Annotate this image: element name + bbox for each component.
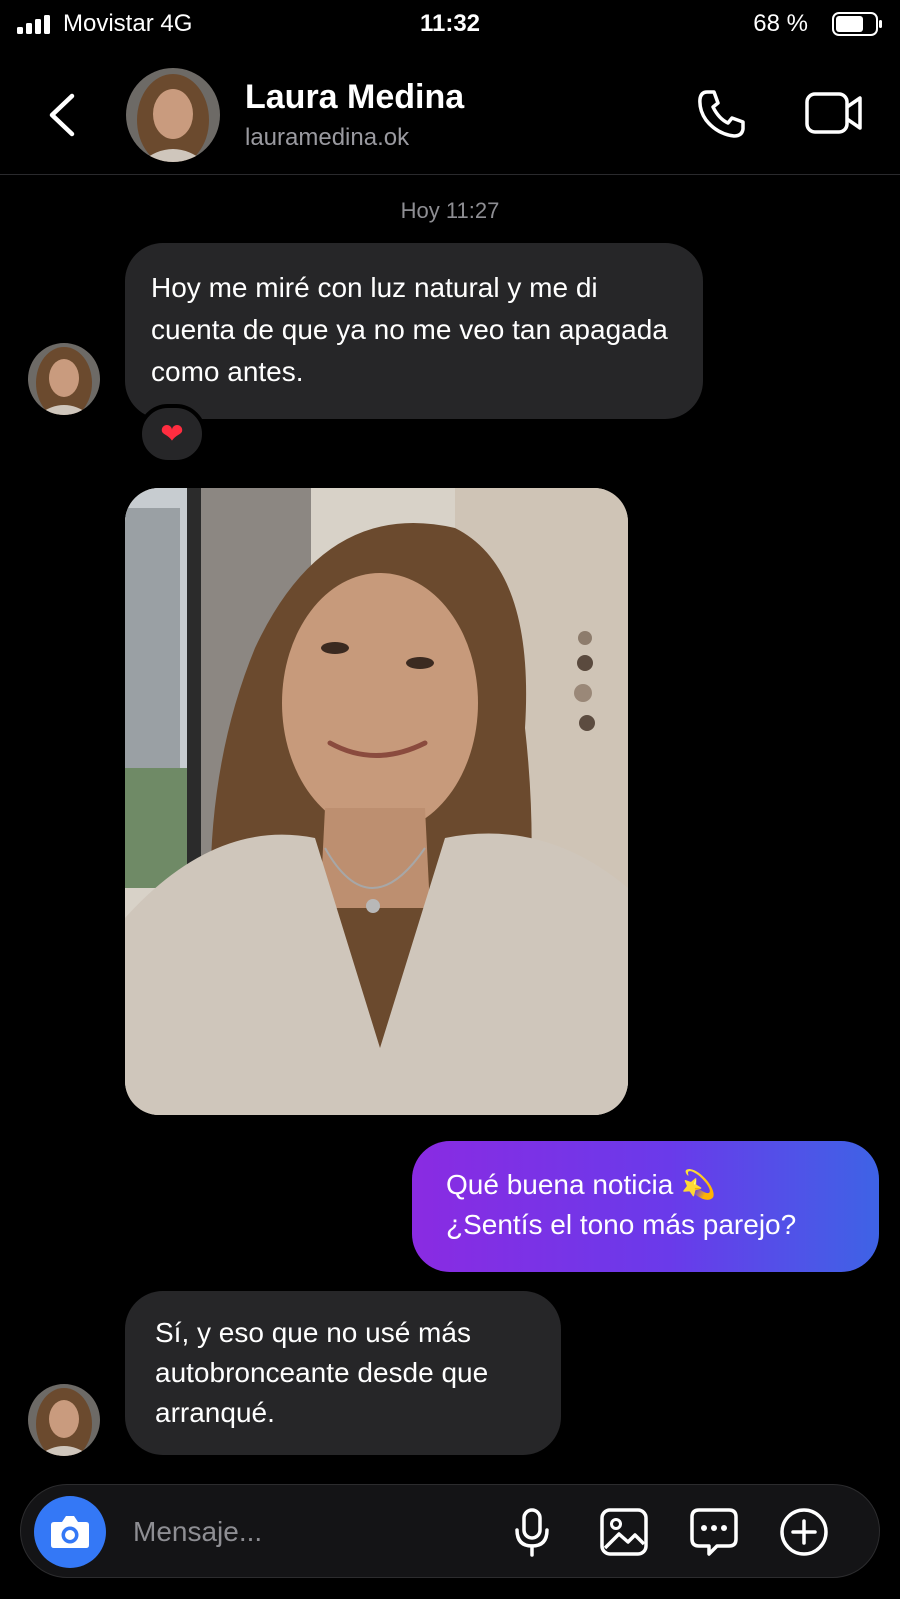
message-text: Hoy me miré con luz natural y me di cuen… <box>151 272 668 387</box>
chat-header: Laura Medina lauramedina.ok <box>0 56 900 175</box>
message-text: Sí, y eso que no usé más autobronceante … <box>155 1317 489 1428</box>
back-icon[interactable] <box>44 90 80 140</box>
thread-timestamp: Hoy 11:27 <box>400 198 500 223</box>
avatar[interactable] <box>126 68 220 162</box>
battery-icon <box>832 12 882 36</box>
message-text-line-2: ¿Sentís el tono más parejo? <box>446 1209 797 1240</box>
incoming-message[interactable]: Sí, y eso que no usé más autobronceante … <box>125 1291 561 1455</box>
contact-name[interactable]: Laura Medina <box>245 78 464 117</box>
camera-icon <box>51 1516 89 1548</box>
add-icon[interactable] <box>777 1505 831 1559</box>
status-bar: Movistar 4G 11:32 68 % <box>0 0 900 50</box>
battery-percent: 68 % <box>753 10 808 37</box>
video-icon[interactable] <box>804 88 864 138</box>
incoming-message[interactable]: Hoy me miré con luz natural y me di cuen… <box>125 243 703 419</box>
avatar[interactable] <box>28 1384 100 1456</box>
sticker-icon[interactable] <box>687 1505 741 1559</box>
microphone-icon[interactable] <box>505 1505 559 1559</box>
photo-message[interactable] <box>125 488 628 1115</box>
selfie-image <box>125 488 628 1115</box>
contact-username[interactable]: lauramedina.ok <box>245 124 409 152</box>
message-composer <box>20 1484 880 1578</box>
heart-icon: ❤ <box>160 418 184 449</box>
gallery-icon[interactable] <box>597 1505 651 1559</box>
heart-reaction[interactable]: ❤ <box>138 404 206 464</box>
avatar[interactable] <box>28 343 100 415</box>
message-text-line-1: Qué buena noticia 💫 <box>446 1169 716 1200</box>
phone-icon[interactable] <box>693 86 749 142</box>
outgoing-message[interactable]: Qué buena noticia 💫 ¿Sentís el tono más … <box>412 1141 879 1272</box>
message-input[interactable] <box>131 1507 495 1557</box>
camera-button[interactable] <box>34 1496 106 1568</box>
